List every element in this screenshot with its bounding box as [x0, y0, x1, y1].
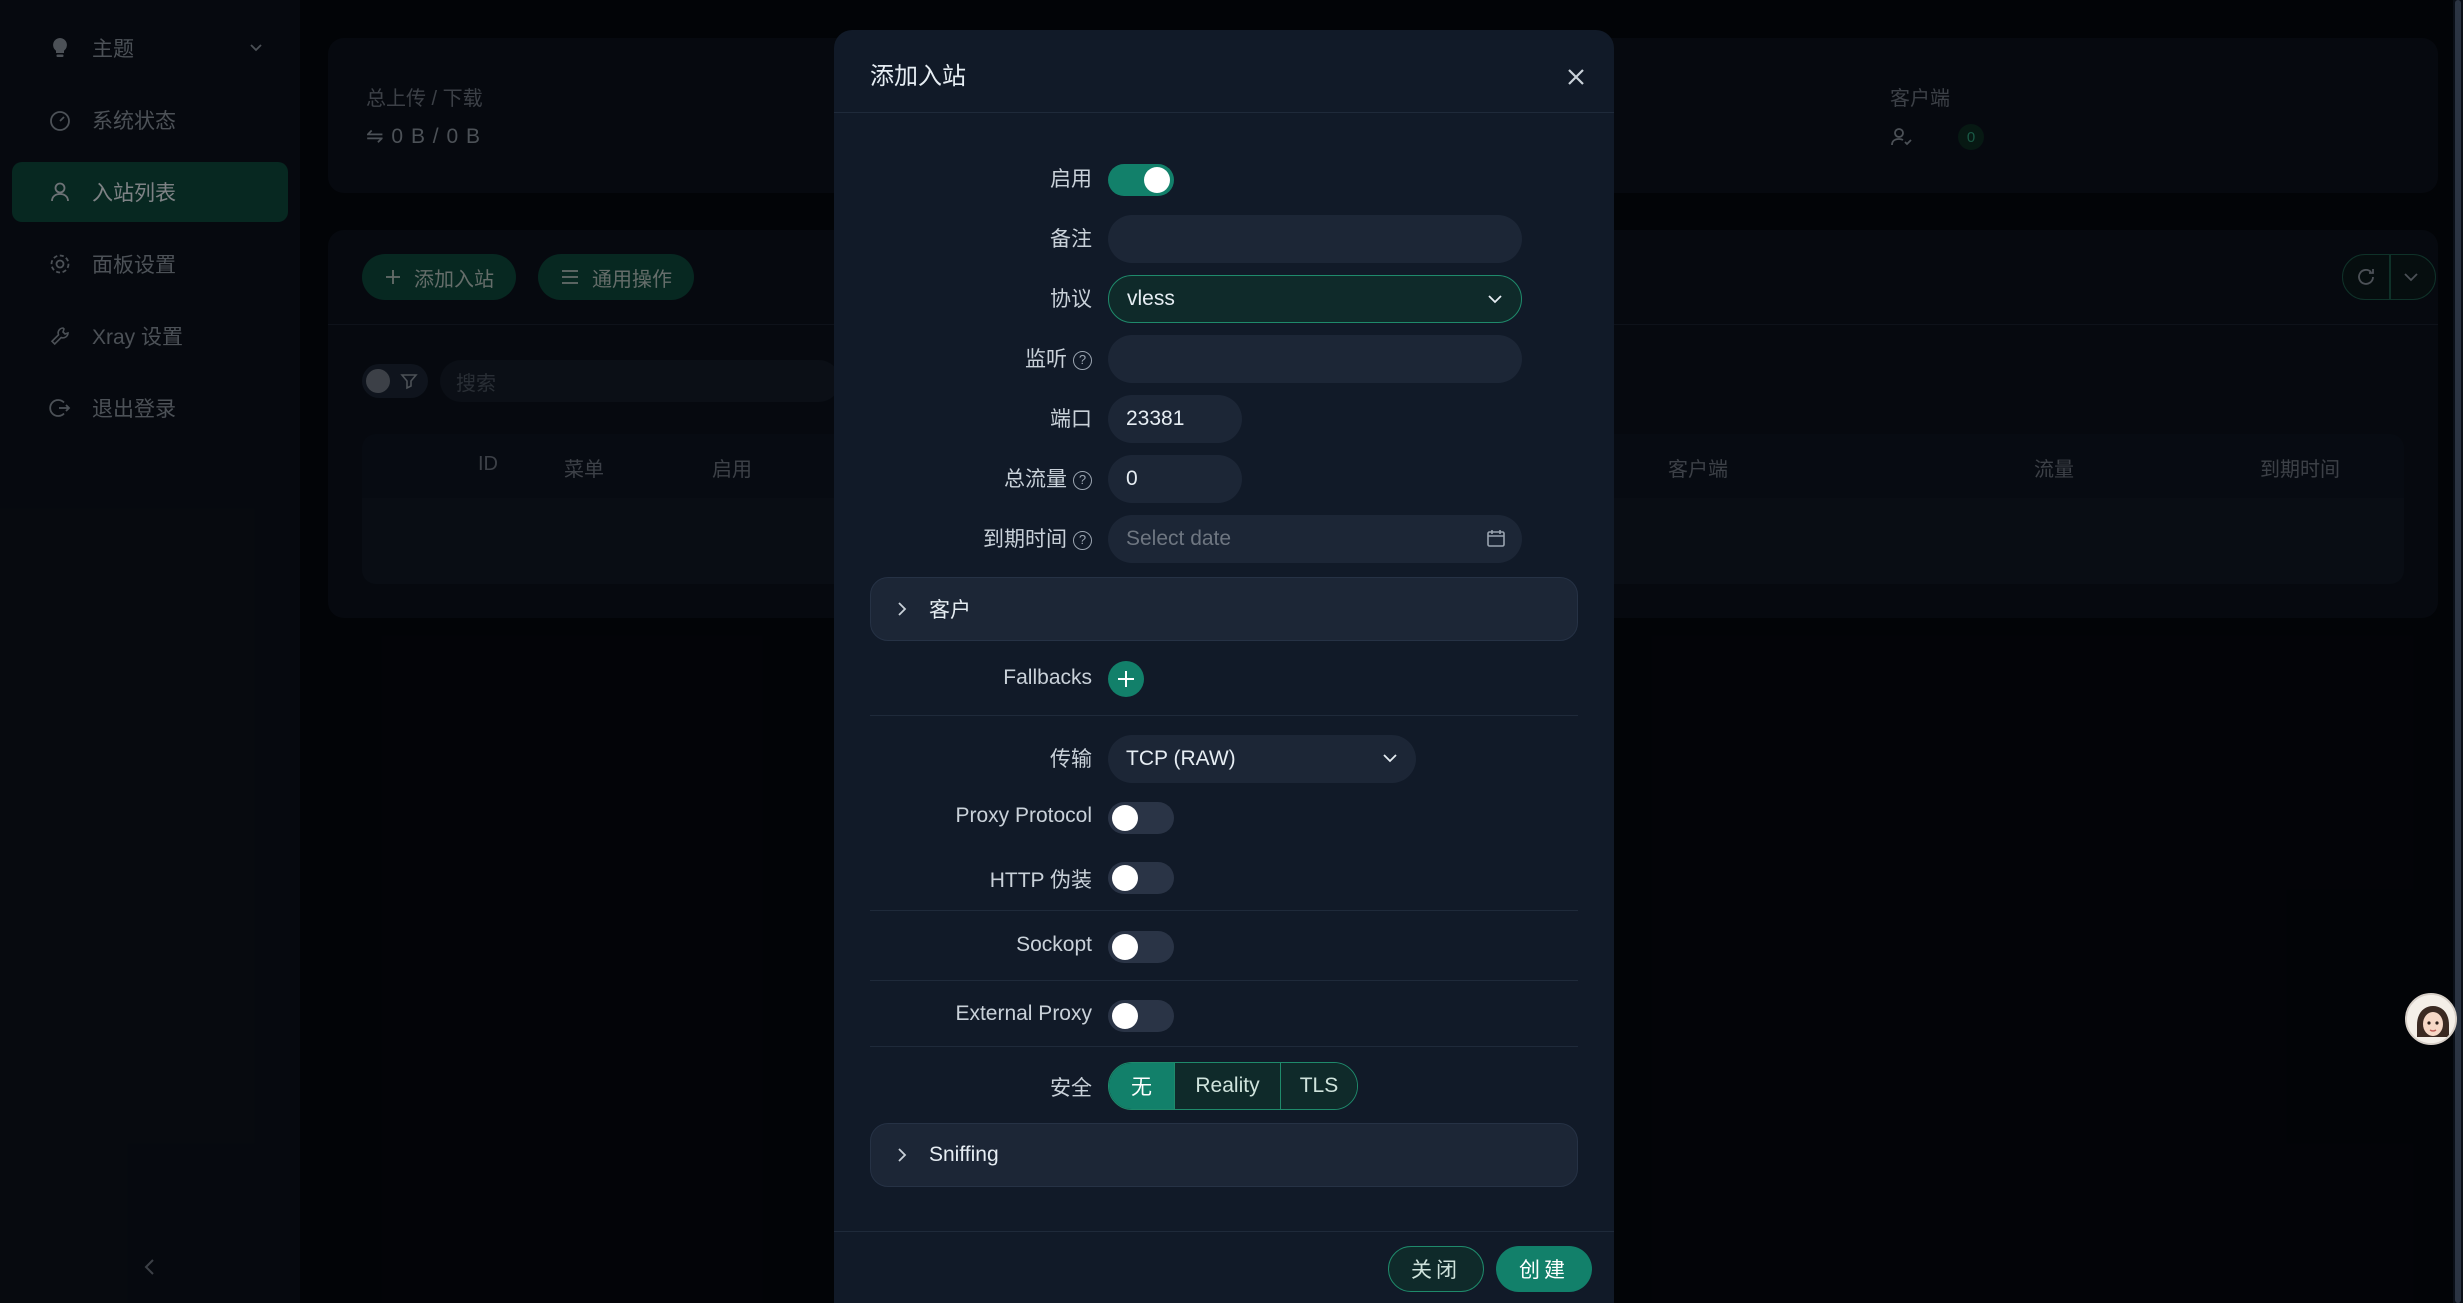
port-label: 端口 [1050, 408, 1092, 431]
sniffing-collapse[interactable]: Sniffing [870, 1123, 1578, 1187]
toggle-knob [1112, 934, 1138, 960]
add-inbound-modal: 添加入站 启用 备注 协议 vless 监听? 端口 23381 总流量? 0 … [834, 30, 1614, 1303]
modal-title: 添加入站 [870, 63, 966, 90]
divider [870, 910, 1578, 911]
proxy-protocol-label: Proxy Protocol [955, 804, 1092, 827]
create-button[interactable]: 创建 [1496, 1246, 1592, 1292]
security-label: 安全 [1050, 1077, 1092, 1100]
close-icon[interactable] [1562, 63, 1590, 91]
protocol-label: 协议 [1050, 288, 1092, 311]
help-icon[interactable]: ? [1073, 471, 1092, 490]
http-obfs-label: HTTP 伪装 [989, 869, 1092, 892]
expiry-label-text: 到期时间 [983, 528, 1067, 551]
remark-input[interactable] [1108, 215, 1522, 263]
http-obfs-toggle[interactable] [1108, 862, 1174, 894]
external-proxy-label: External Proxy [955, 1002, 1092, 1025]
fallbacks-label: Fallbacks [1003, 666, 1092, 689]
security-option-none[interactable]: 无 [1109, 1063, 1175, 1109]
chevron-right-icon [893, 1146, 911, 1170]
enable-toggle[interactable] [1108, 164, 1174, 196]
help-icon[interactable]: ? [1073, 351, 1092, 370]
sockopt-label: Sockopt [1016, 933, 1092, 956]
enable-label: 启用 [1050, 168, 1092, 191]
total-traffic-input[interactable]: 0 [1108, 455, 1242, 503]
listen-label: 监听? [1025, 343, 1092, 373]
clients-collapse[interactable]: 客户 [870, 577, 1578, 641]
toggle-knob [1112, 1003, 1138, 1029]
add-fallback-button[interactable] [1108, 661, 1144, 697]
chevron-down-icon [1380, 748, 1400, 774]
proxy-protocol-toggle[interactable] [1108, 802, 1174, 834]
security-option-tls[interactable]: TLS [1281, 1063, 1357, 1109]
transport-select[interactable]: TCP (RAW) [1108, 735, 1416, 783]
app-root: 主题 系统状态 入站列表 面板设置 Xray 设置 退出登录 总上传 / 下载 … [0, 0, 2463, 1303]
security-option-reality[interactable]: Reality [1175, 1063, 1281, 1109]
listen-label-text: 监听 [1025, 348, 1067, 371]
divider [870, 1046, 1578, 1047]
chevron-right-icon [893, 600, 911, 624]
calendar-icon [1486, 528, 1506, 554]
divider [834, 112, 1614, 113]
security-segmented: 无 Reality TLS [1108, 1062, 1358, 1110]
plus-icon [1118, 671, 1134, 687]
expiry-placeholder: Select date [1126, 527, 1232, 550]
divider [870, 980, 1578, 981]
remark-label: 备注 [1050, 228, 1092, 251]
divider [834, 1231, 1614, 1232]
transport-label: 传输 [1050, 748, 1092, 771]
sockopt-toggle[interactable] [1108, 931, 1174, 963]
external-proxy-toggle[interactable] [1108, 1000, 1174, 1032]
total-traffic-label: 总流量? [1004, 463, 1092, 493]
protocol-select[interactable]: vless [1108, 275, 1522, 323]
transport-value: TCP (RAW) [1126, 747, 1236, 770]
toggle-knob [1144, 167, 1170, 193]
expiry-label: 到期时间? [983, 523, 1092, 553]
close-button[interactable]: 关闭 [1388, 1246, 1484, 1292]
assistant-avatar[interactable] [2405, 993, 2457, 1045]
protocol-value: vless [1127, 287, 1175, 310]
port-value: 23381 [1126, 407, 1185, 430]
chevron-down-icon [1485, 289, 1505, 315]
scrollbar-thumb[interactable] [2455, 0, 2461, 1303]
total-traffic-value: 0 [1126, 467, 1138, 490]
total-traffic-label-text: 总流量 [1004, 468, 1067, 491]
divider [870, 715, 1578, 716]
sniffing-collapse-label: Sniffing [929, 1143, 999, 1166]
expiry-date-picker[interactable]: Select date [1108, 515, 1522, 563]
toggle-knob [1112, 865, 1138, 891]
toggle-knob [1112, 805, 1138, 831]
port-input[interactable]: 23381 [1108, 395, 1242, 443]
help-icon[interactable]: ? [1073, 531, 1092, 550]
clients-collapse-label: 客户 [929, 599, 971, 622]
listen-input[interactable] [1108, 335, 1522, 383]
